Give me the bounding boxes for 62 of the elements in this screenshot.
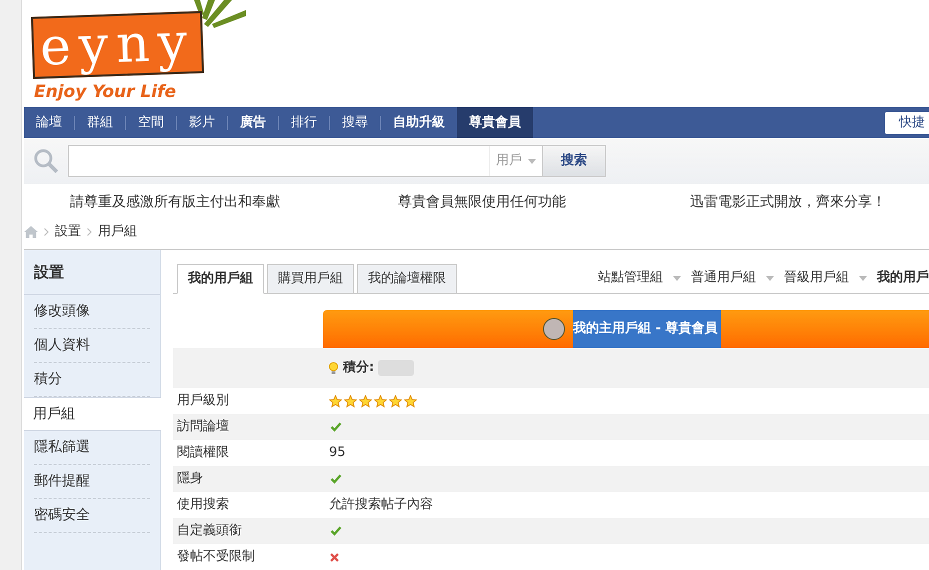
nav-link[interactable]: 廣告	[228, 106, 278, 138]
check-icon	[329, 421, 343, 433]
logo-tagline: Enjoy Your Life	[33, 82, 178, 102]
tab[interactable]: 我的用戶組	[177, 264, 264, 294]
lightbulb-icon	[328, 362, 339, 374]
group-tab[interactable]: 站點管理組	[598, 268, 663, 288]
nav-link[interactable]: 群組	[75, 106, 125, 138]
chevron-icon	[87, 228, 92, 236]
nav-link[interactable]: 搜尋	[330, 106, 380, 138]
row-label: 使用搜索	[176, 496, 230, 514]
quick-nav-button[interactable]: 快捷	[885, 112, 929, 134]
nav-link[interactable]: 空間	[126, 106, 176, 138]
sidebar-item[interactable]: 郵件提醒	[34, 465, 150, 499]
check-icon	[329, 525, 343, 537]
row-label: 閱讀權限	[176, 444, 230, 462]
notice-text[interactable]: 迅雷電影正式開放，齊來分享！	[690, 192, 886, 214]
avatar-icon	[543, 318, 565, 340]
caret-icon	[766, 276, 774, 280]
tab[interactable]: 我的論壇權限	[357, 264, 457, 294]
row-label: 用戶級別	[176, 392, 230, 410]
nav-link[interactable]: 排行	[279, 106, 329, 138]
star-icon	[344, 394, 357, 408]
caret-icon	[859, 276, 867, 280]
nav-link[interactable]: 影片	[177, 106, 227, 138]
star-icon	[359, 394, 372, 408]
sidebar-item[interactable]: 密碼安全	[34, 499, 150, 533]
group-tab[interactable]: 普通用戶組	[691, 268, 756, 288]
notice-text[interactable]: 尊貴會員無限使用任何功能	[398, 192, 566, 214]
star-icon	[329, 394, 342, 408]
search-button[interactable]: 搜索	[543, 145, 606, 178]
search-icon	[32, 148, 60, 174]
check-icon	[329, 473, 343, 485]
row-label: 訪問論壇	[176, 418, 230, 436]
group-tab[interactable]: 我的用戶	[877, 268, 929, 288]
nav-link[interactable]: 尊貴會員	[457, 106, 533, 138]
sidebar-item[interactable]: 修改頭像	[34, 295, 150, 329]
sidebar-item[interactable]: 個人資料	[34, 329, 150, 363]
breadcrumb-link[interactable]: 用戶組	[98, 222, 137, 242]
cross-icon	[329, 552, 340, 562]
group-tab[interactable]: 晉級用戶組	[784, 268, 849, 288]
notice-text[interactable]: 請尊重及感激所有版主付出和奉獻	[70, 192, 280, 214]
row-value: 允許搜索帖子內容	[329, 497, 433, 512]
nav-link[interactable]: 自助升級	[381, 106, 457, 138]
row-label: 隱身	[176, 470, 204, 488]
tab[interactable]: 購買用戶組	[267, 264, 354, 294]
star-icon	[404, 394, 417, 408]
sidebar-title: 設置	[34, 262, 64, 283]
banner-title: 我的主用戶組 - 尊貴會員	[573, 310, 722, 348]
points-label: 積分:	[343, 359, 374, 378]
chevron-icon	[44, 228, 49, 236]
row-label: 發帖不受限制	[176, 548, 256, 566]
breadcrumb-link[interactable]: 設置	[55, 222, 81, 242]
logo: eyny	[32, 14, 929, 76]
sidebar-item[interactable]: 用戶組	[24, 397, 161, 431]
nav-link[interactable]: 論壇	[24, 106, 74, 138]
star-icon	[374, 394, 387, 408]
star-icon	[389, 394, 402, 408]
row-value: 95	[329, 445, 346, 460]
home-icon[interactable]	[24, 226, 38, 238]
caret-icon	[673, 276, 681, 280]
row-label: 自定義頭銜	[176, 522, 243, 540]
sidebar-item[interactable]: 隱私篩選	[34, 431, 150, 465]
